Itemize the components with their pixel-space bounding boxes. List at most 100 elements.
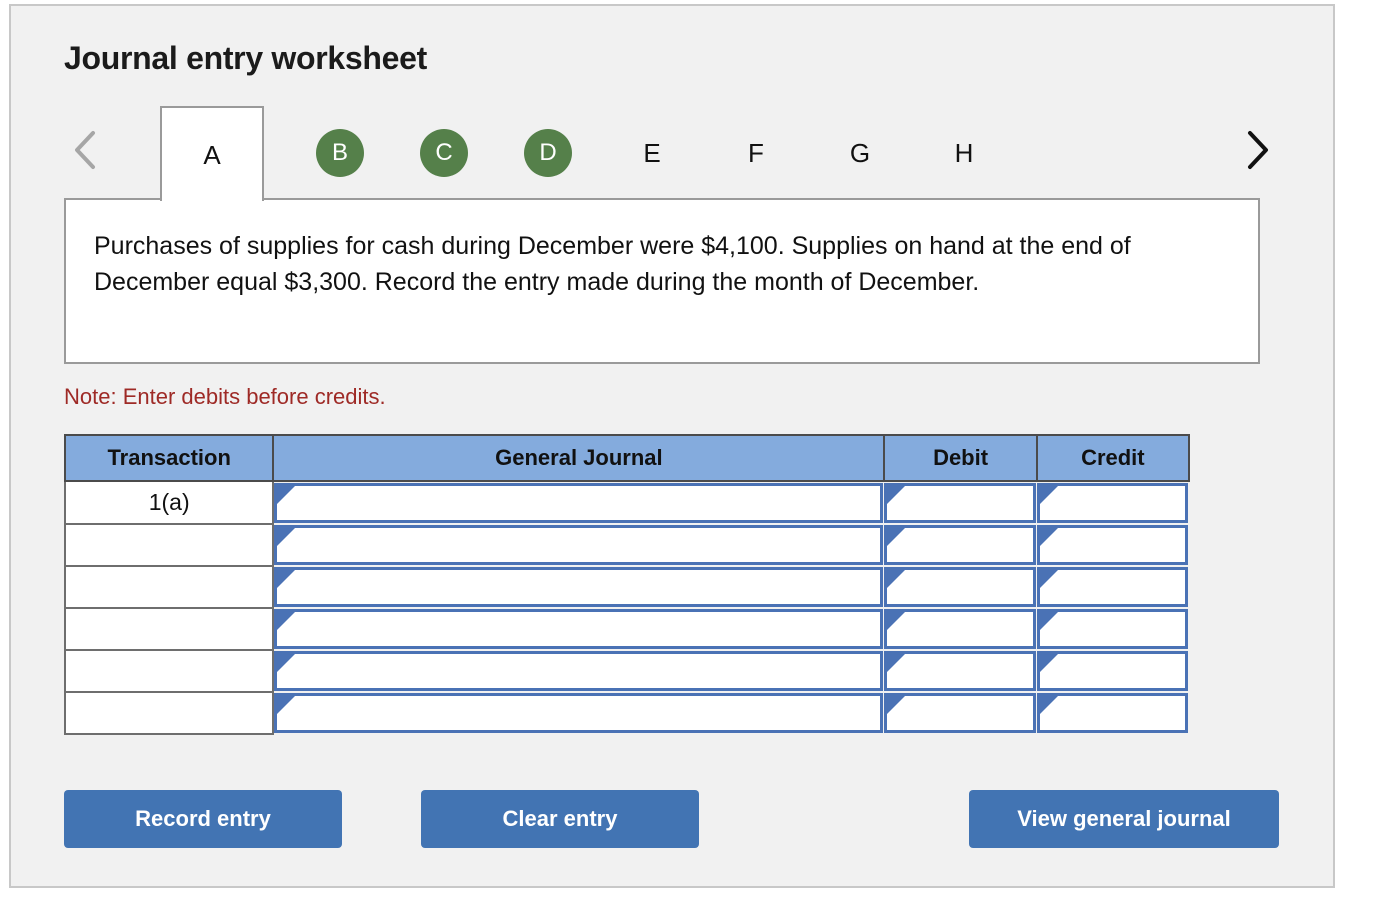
journal-entry-table: Transaction General Journal Debit Credit… (63, 434, 1191, 735)
debit-input-2[interactable] (884, 567, 1036, 607)
dropdown-marker-icon (887, 528, 906, 546)
general-journal-select-cell[interactable] (273, 692, 884, 734)
next-tab-button[interactable] (1240, 124, 1274, 176)
credit-input-5[interactable] (1036, 693, 1188, 733)
credit-input-cell[interactable] (1036, 608, 1189, 650)
table-row (63, 607, 1189, 651)
tab-d[interactable]: D (496, 106, 600, 199)
dropdown-marker-icon (277, 696, 296, 714)
page-title: Journal entry worksheet (64, 40, 427, 76)
dropdown-marker-icon (1039, 696, 1058, 714)
general-journal-select-cell[interactable] (273, 566, 884, 608)
general-journal-select-cell[interactable] (273, 481, 884, 524)
debit-input-cell[interactable] (884, 692, 1036, 734)
dropdown-marker-icon (1039, 654, 1058, 672)
debits-before-credits-note: Note: Enter debits before credits. (64, 384, 386, 409)
dropdown-marker-icon (887, 570, 906, 588)
transaction-cell[interactable] (63, 607, 275, 651)
debit-input-cell[interactable] (884, 566, 1036, 608)
header-debit: Debit (883, 434, 1038, 482)
table-row (63, 691, 1189, 735)
general-journal-select-1[interactable] (274, 525, 884, 565)
dropdown-marker-icon (887, 486, 906, 504)
dropdown-marker-icon (277, 528, 296, 546)
credit-input-cell[interactable] (1036, 524, 1189, 566)
credit-input-4[interactable] (1036, 651, 1188, 691)
debit-input-4[interactable] (884, 651, 1036, 691)
dropdown-marker-icon (1039, 528, 1058, 546)
dropdown-marker-icon (1039, 570, 1058, 588)
header-transaction: Transaction (63, 434, 275, 482)
debit-input-3[interactable] (884, 609, 1036, 649)
debit-input-1[interactable] (884, 525, 1036, 565)
general-journal-select-5[interactable] (274, 693, 884, 733)
general-journal-select-cell[interactable] (273, 650, 884, 692)
view-general-journal-button[interactable]: View general journal (969, 790, 1279, 848)
tab-d-label: D (524, 128, 572, 177)
general-journal-select-0[interactable] (274, 483, 884, 523)
general-journal-select-3[interactable] (274, 609, 884, 649)
tab-b[interactable]: B (288, 106, 392, 199)
dropdown-marker-icon (277, 486, 296, 504)
header-credit: Credit (1035, 434, 1191, 482)
general-journal-select-cell[interactable] (273, 608, 884, 650)
general-journal-select-cell[interactable] (273, 524, 884, 566)
tab-f-label: F (748, 137, 764, 168)
credit-input-cell[interactable] (1036, 650, 1189, 692)
tab-a-label: A (203, 139, 221, 170)
tab-e[interactable]: E (600, 106, 704, 199)
record-entry-button[interactable]: Record entry (64, 790, 342, 848)
tab-c-label: C (420, 128, 468, 177)
dropdown-marker-icon (887, 612, 906, 630)
table-row (63, 649, 1189, 693)
dropdown-marker-icon (887, 696, 906, 714)
dropdown-marker-icon (277, 612, 296, 630)
tab-strip: A B C D E F G H (64, 106, 1274, 201)
tab-f[interactable]: F (704, 106, 808, 199)
debit-input-cell[interactable] (884, 524, 1036, 566)
dropdown-marker-icon (1039, 612, 1058, 630)
debit-input-cell[interactable] (884, 650, 1036, 692)
previous-tab-button[interactable] (68, 124, 102, 176)
tab-c[interactable]: C (392, 106, 496, 199)
tab-h-label: H (954, 137, 974, 168)
dropdown-marker-icon (277, 570, 296, 588)
debit-input-cell[interactable] (884, 481, 1036, 524)
debit-input-0[interactable] (884, 483, 1036, 523)
credit-input-2[interactable] (1036, 567, 1188, 607)
tab-g[interactable]: G (808, 106, 912, 199)
chevron-left-icon (72, 129, 98, 171)
credit-input-cell[interactable] (1036, 481, 1189, 524)
table-row (63, 565, 1189, 609)
table-header-row: Transaction General Journal Debit Credit (63, 434, 1191, 482)
transaction-cell[interactable]: 1(a) (63, 480, 275, 525)
chevron-right-icon (1244, 129, 1270, 171)
debit-input-5[interactable] (884, 693, 1036, 733)
transaction-cell[interactable] (63, 649, 275, 693)
scenario-description-text: Purchases of supplies for cash during De… (94, 232, 1131, 296)
transaction-cell[interactable] (63, 565, 275, 609)
scenario-description-box: Purchases of supplies for cash during De… (64, 198, 1260, 364)
transaction-cell[interactable] (63, 523, 275, 567)
dropdown-marker-icon (887, 654, 906, 672)
credit-input-1[interactable] (1036, 525, 1188, 565)
transaction-cell[interactable] (63, 691, 275, 735)
debit-input-cell[interactable] (884, 608, 1036, 650)
table-row (63, 523, 1189, 567)
general-journal-select-4[interactable] (274, 651, 884, 691)
clear-entry-button[interactable]: Clear entry (421, 790, 699, 848)
credit-input-0[interactable] (1036, 483, 1188, 523)
credit-input-cell[interactable] (1036, 692, 1189, 734)
tab-a[interactable]: A (160, 106, 264, 201)
dropdown-marker-icon (1039, 486, 1058, 504)
table-row: 1(a) (63, 480, 1189, 525)
tab-h[interactable]: H (912, 106, 1016, 199)
general-journal-select-2[interactable] (274, 567, 884, 607)
tab-g-label: G (849, 137, 871, 168)
header-general-journal: General Journal (272, 434, 886, 482)
tab-b-label: B (316, 128, 364, 177)
credit-input-3[interactable] (1036, 609, 1188, 649)
credit-input-cell[interactable] (1036, 566, 1189, 608)
worksheet-panel: Journal entry worksheet A B C D E F G H … (9, 4, 1335, 888)
dropdown-marker-icon (277, 654, 296, 672)
